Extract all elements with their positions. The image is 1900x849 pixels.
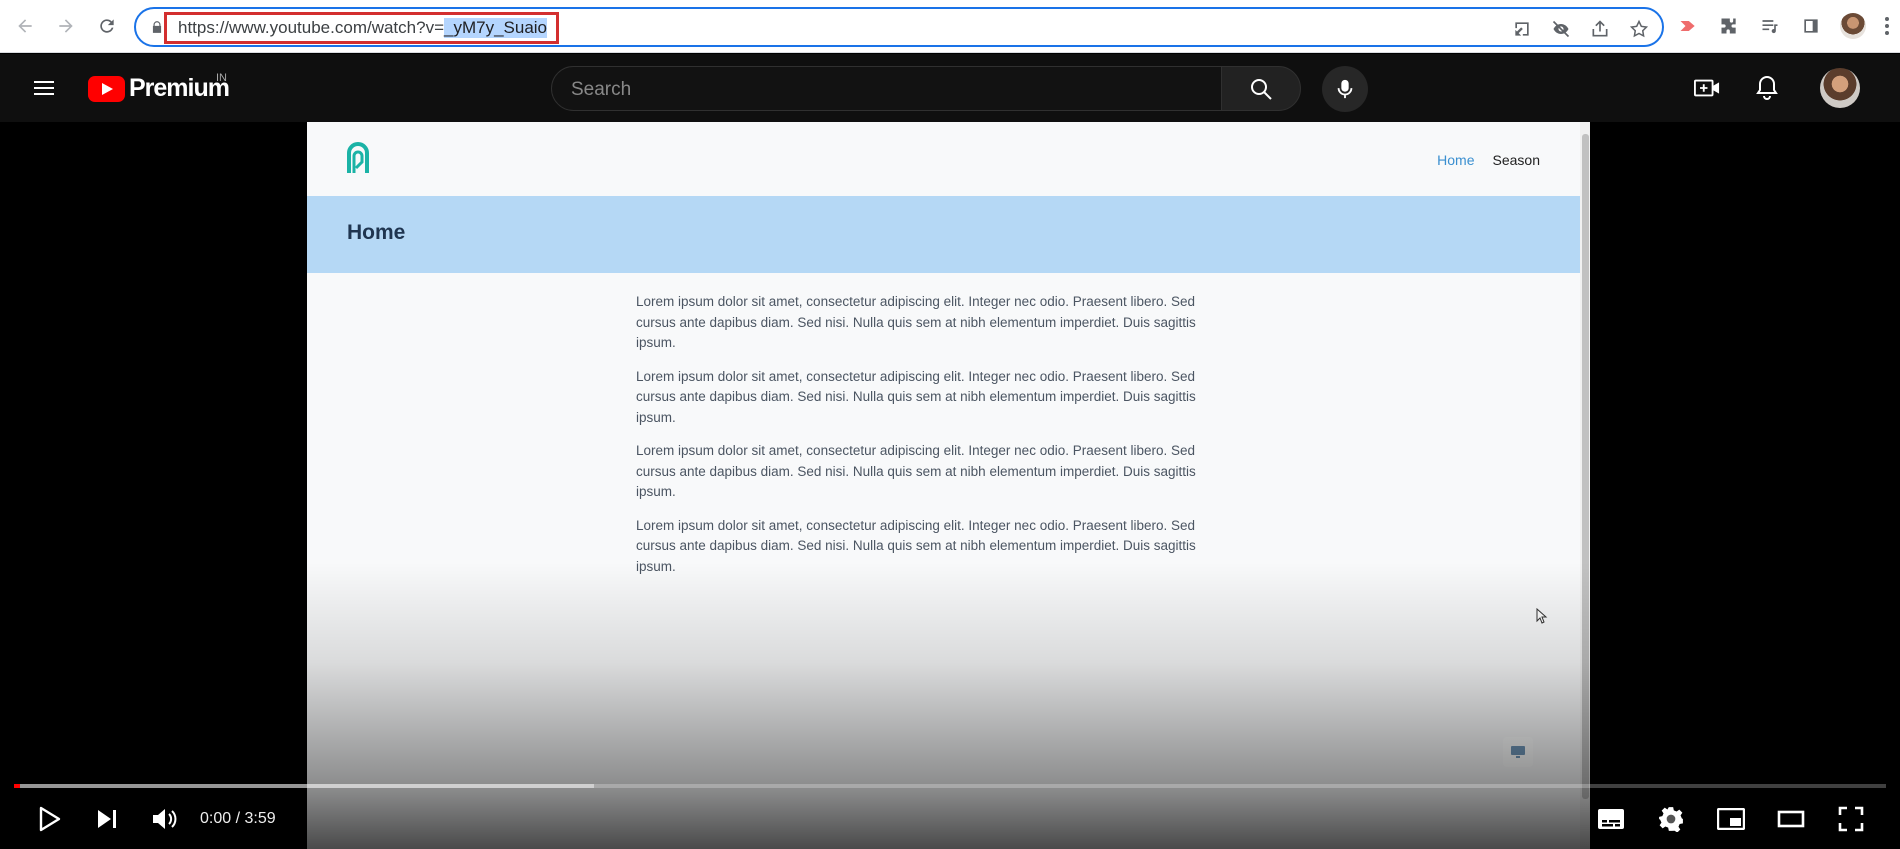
- subtitles-button[interactable]: [1592, 799, 1630, 839]
- lorem-paragraph: Lorem ipsum dolor sit amet, consectetur …: [636, 443, 1196, 499]
- voice-search-button[interactable]: [1322, 66, 1368, 112]
- video-player[interactable]: Home Season Home Lorem ipsum dolor sit a…: [0, 122, 1900, 849]
- url-selected-video-id: _yM7y_Suaio: [444, 18, 548, 38]
- progress-buffered: [14, 784, 595, 788]
- share-icon[interactable]: [1589, 18, 1611, 40]
- fullscreen-icon: [1838, 806, 1864, 832]
- lorem-paragraph: Lorem ipsum dolor sit amet, consectetur …: [636, 368, 1196, 425]
- next-button[interactable]: [84, 799, 130, 839]
- address-bar[interactable]: https://www.youtube.com/watch?v= _yM7y_Su…: [134, 7, 1664, 47]
- gear-icon: [1659, 807, 1683, 832]
- url-text[interactable]: https://www.youtube.com/watch?v= _yM7y_Su…: [164, 12, 560, 44]
- puzzle-icon[interactable]: [1717, 14, 1741, 38]
- back-button[interactable]: [12, 13, 38, 39]
- logo-text: Premium: [129, 74, 230, 102]
- browser-toolbar: https://www.youtube.com/watch?v= _yM7y_Su…: [0, 0, 1900, 53]
- extension-icon[interactable]: [1676, 14, 1700, 38]
- eye-off-icon[interactable]: [1550, 18, 1572, 40]
- home-banner: Home: [307, 196, 1580, 273]
- forward-icon: [59, 19, 73, 33]
- play-button[interactable]: [26, 799, 72, 839]
- time-display: 0:00 / 3:59: [200, 810, 276, 827]
- account-avatar[interactable]: [1820, 68, 1860, 108]
- url-prefix: https://www.youtube.com/watch?v=: [178, 18, 444, 37]
- profile-avatar[interactable]: [1840, 13, 1866, 39]
- theater-mode-button[interactable]: [1772, 799, 1810, 839]
- sidepanel-icon[interactable]: [1799, 14, 1823, 38]
- star-icon[interactable]: [1628, 18, 1650, 40]
- media-icon[interactable]: [1758, 14, 1782, 38]
- menu-icon[interactable]: [1884, 15, 1890, 37]
- search-input[interactable]: Search: [551, 66, 1222, 111]
- site-scrollbar-thumb: [1582, 134, 1589, 799]
- site-logo-icon: [347, 142, 369, 173]
- youtube-masthead: Premium IN Search: [0, 54, 1900, 122]
- settings-button[interactable]: [1652, 799, 1690, 839]
- theater-icon: [1777, 810, 1805, 828]
- fullscreen-button[interactable]: [1832, 799, 1870, 839]
- site-nav-home: Home: [1437, 152, 1475, 168]
- play-icon: [39, 806, 61, 832]
- lorem-paragraph: Lorem ipsum dolor sit amet, consectetur …: [636, 517, 1196, 574]
- forward-button[interactable]: [53, 13, 79, 39]
- reload-button[interactable]: [94, 13, 120, 39]
- create-video-icon[interactable]: [1694, 75, 1720, 101]
- lock-icon[interactable]: [150, 20, 164, 34]
- youtube-play-logo-icon: [88, 75, 125, 102]
- search-button[interactable]: [1221, 66, 1301, 111]
- monitor-icon: [1503, 737, 1533, 767]
- back-icon: [18, 19, 32, 33]
- search-placeholder: Search: [571, 79, 632, 100]
- volume-icon: [153, 809, 177, 829]
- notifications-bell-icon[interactable]: [1754, 75, 1780, 101]
- site-nav-season: Season: [1492, 152, 1540, 168]
- site-content: Lorem ipsum dolor sit amet, consectetur …: [636, 292, 1236, 590]
- install-icon[interactable]: [1511, 18, 1533, 40]
- mouse-cursor-icon: [1536, 608, 1548, 624]
- progress-played: [14, 784, 20, 788]
- skip-next-icon: [98, 810, 116, 828]
- progress-bar[interactable]: [14, 784, 1886, 788]
- site-page-heading: Home: [347, 221, 406, 244]
- site-navbar: Home Season: [307, 122, 1580, 196]
- video-frame: Home Season Home Lorem ipsum dolor sit a…: [307, 122, 1590, 849]
- youtube-premium-logo[interactable]: Premium IN: [88, 72, 230, 103]
- subtitles-icon: [1598, 809, 1624, 829]
- search-icon: [1251, 78, 1272, 100]
- country-code: IN: [216, 72, 227, 84]
- mute-button[interactable]: [142, 799, 188, 839]
- guide-menu-icon[interactable]: [32, 76, 56, 100]
- miniplayer-icon: [1717, 808, 1745, 830]
- reload-icon: [100, 19, 114, 33]
- lorem-paragraph: Lorem ipsum dolor sit amet, consectetur …: [636, 294, 1196, 350]
- miniplayer-button[interactable]: [1712, 799, 1750, 839]
- microphone-icon: [1337, 79, 1353, 99]
